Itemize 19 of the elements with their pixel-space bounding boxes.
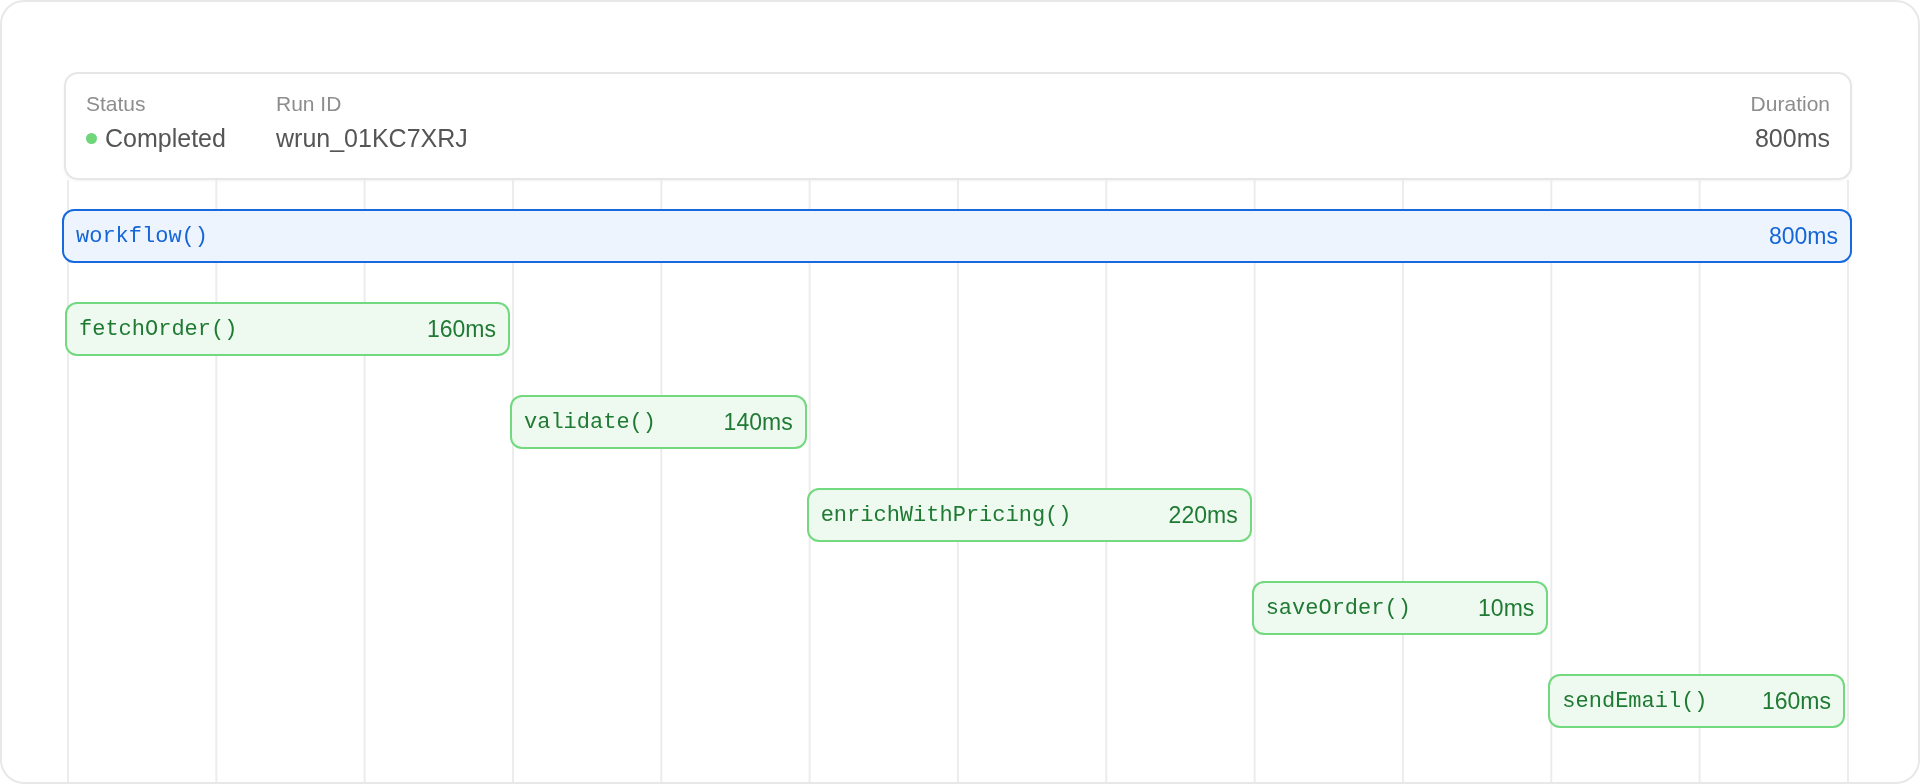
duration-label: 140ms [723,408,793,436]
field-value: Completed [105,124,226,153]
duration-label: 220ms [1168,501,1238,529]
function-name: fetchOrder() [79,316,238,342]
duration-label: 800ms [1768,222,1838,250]
field-value: 800ms [1754,124,1830,153]
status-dot-icon [86,133,97,144]
duration-label: 160ms [1761,687,1831,715]
field-value: wrun_01KC7XRJ [276,124,468,153]
duration-label: 160ms [426,315,496,343]
function-name: validate() [524,409,657,435]
function-name: sendEmail() [1562,688,1708,714]
function-name: workflow() [76,223,209,249]
field-label: Status [86,92,146,116]
field-label: Run ID [276,92,342,116]
function-name: saveOrder() [1265,595,1411,621]
field-label: Duration [1750,92,1830,116]
duration-label: 10ms [1478,594,1535,622]
function-name: enrichWithPricing() [820,502,1072,528]
